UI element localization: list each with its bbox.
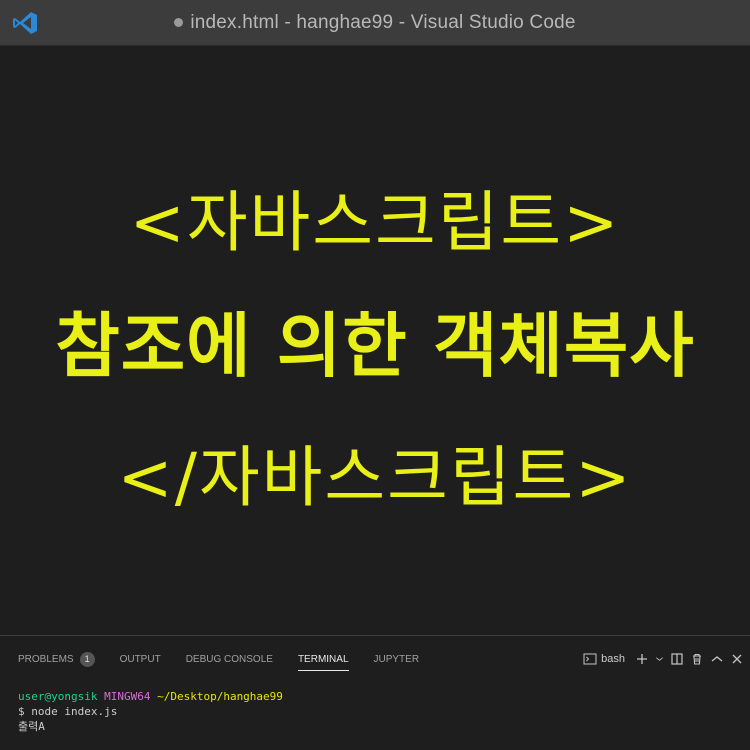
window-title: index.html - hanghae99 - Visual Studio C…	[190, 11, 576, 33]
terminal-output-line: 출력A	[18, 720, 45, 733]
plus-icon[interactable]	[635, 652, 649, 666]
hero-line-title: 참조에 의한 객체복사	[55, 305, 695, 387]
tab-terminal-label: TERMINAL	[297, 653, 349, 665]
panel-actions: bash	[583, 650, 744, 668]
chevron-down-icon[interactable]	[655, 652, 664, 666]
terminal-shell-selector[interactable]: bash	[583, 652, 625, 666]
hero-line-bottom: </자바스크립트>	[117, 439, 633, 516]
terminal-icon	[583, 653, 597, 665]
bottom-panel: PROBLEMS 1 OUTPUT DEBUG CONSOLE TERMINAL…	[0, 635, 750, 750]
prompt-host: MINGW64	[104, 690, 151, 703]
tab-jupyter[interactable]: JUPYTER	[374, 636, 420, 682]
title-bar: index.html - hanghae99 - Visual Studio C…	[0, 0, 750, 46]
tab-debug-console[interactable]: DEBUG CONSOLE	[186, 636, 273, 682]
tab-terminal[interactable]: TERMINAL	[297, 636, 349, 682]
unsaved-dot-icon	[174, 18, 184, 27]
tab-problems[interactable]: PROBLEMS 1	[18, 636, 95, 682]
tab-problems-label: PROBLEMS	[18, 653, 74, 665]
terminal-command-line: $ node index.js	[18, 705, 118, 718]
window-title-wrap: index.html - hanghae99 - Visual Studio C…	[174, 12, 575, 34]
tab-output-label: OUTPUT	[119, 653, 161, 665]
tab-debug-console-label: DEBUG CONSOLE	[185, 653, 273, 665]
editor-area[interactable]: <자바스크립트> 참조에 의한 객체복사 </자바스크립트>	[0, 47, 750, 635]
chevron-up-icon[interactable]	[710, 652, 724, 666]
problems-count-badge: 1	[79, 651, 95, 667]
terminal-shell-label: bash	[601, 653, 625, 665]
terminal-output[interactable]: user@yongsik MINGW64 ~/Desktop/hanghae99…	[18, 689, 283, 734]
terminal-prompt-line: user@yongsik MINGW64 ~/Desktop/hanghae99	[18, 689, 283, 704]
tab-output[interactable]: OUTPUT	[120, 636, 161, 682]
split-icon[interactable]	[670, 652, 684, 666]
vscode-logo-icon[interactable]	[12, 10, 38, 36]
close-icon[interactable]	[730, 652, 744, 666]
tab-jupyter-label: JUPYTER	[373, 653, 420, 665]
prompt-user: user@yongsik	[18, 690, 98, 703]
hero-line-top: <자바스크립트>	[129, 184, 621, 261]
trash-icon[interactable]	[690, 652, 704, 666]
prompt-path: ~/Desktop/hanghae99	[157, 690, 283, 703]
